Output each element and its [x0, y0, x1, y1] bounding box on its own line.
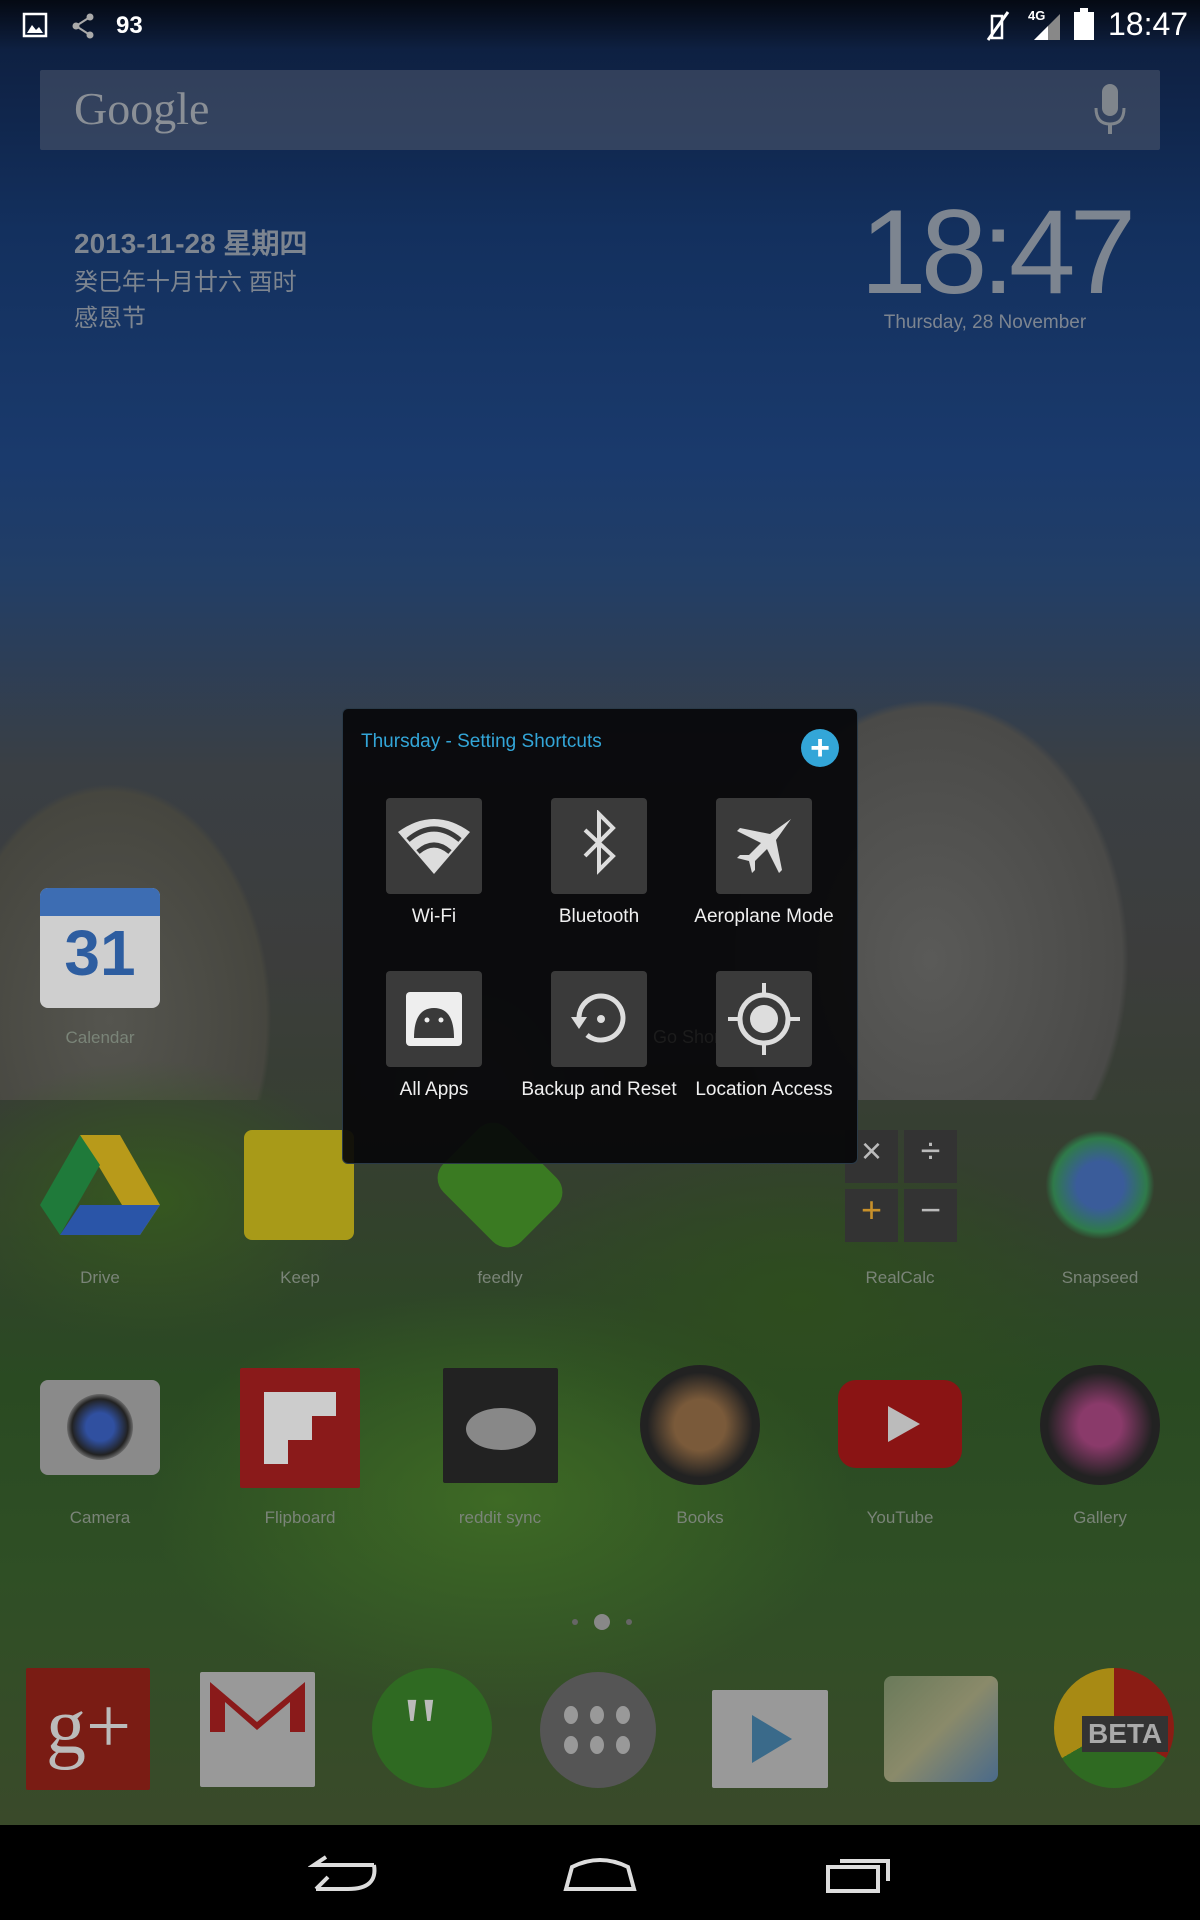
app-label: RealCalc [865, 1268, 935, 1287]
location-access-label: Location Access [695, 1079, 833, 1100]
navigation-bar [0, 1825, 1200, 1920]
setting-shortcuts-popup: Go Short Thursday - Setting Shortcuts + … [342, 708, 858, 1164]
app-label: Gallery [1073, 1508, 1127, 1527]
app-label: reddit sync [458, 1508, 542, 1527]
backup-reset-shortcut[interactable] [551, 971, 647, 1067]
dock-gmail[interactable] [200, 1672, 315, 1787]
add-shortcut-button[interactable]: + [801, 729, 839, 767]
holiday: 感恩节 [74, 305, 146, 332]
app-label: feedly [477, 1268, 523, 1287]
mic-icon[interactable] [1092, 84, 1128, 136]
vibrate-mute-icon [986, 11, 1010, 41]
bluetooth-icon [583, 810, 616, 875]
wifi-icon [398, 819, 470, 874]
date-text: 2013-11-28 星期四 [74, 228, 308, 259]
clock-date: Thursday, 28 November [883, 312, 1087, 333]
location-icon [728, 983, 800, 1055]
airplane-icon [737, 819, 791, 873]
aeroplane-shortcut[interactable] [716, 798, 812, 894]
app-books[interactable] [640, 1365, 760, 1485]
app-realcalc[interactable]: × ÷ + − [845, 1130, 957, 1242]
dock-hangouts[interactable]: " [372, 1668, 492, 1788]
lunar-date: 癸巳年十月廿六 酉时 [74, 269, 297, 296]
notification-count: 93 [116, 12, 143, 39]
aeroplane-label: Aeroplane Mode [694, 906, 834, 927]
calendar-day: 31 [64, 917, 136, 989]
app-calendar[interactable]: 31 [40, 888, 160, 1008]
app-label: Calendar [65, 1028, 135, 1047]
backup-reset-label: Backup and Reset [521, 1079, 677, 1100]
all-apps-label: All Apps [399, 1079, 469, 1100]
behind-text: Go Short [653, 1027, 726, 1047]
app-keep[interactable] [244, 1130, 354, 1240]
app-camera[interactable] [40, 1380, 160, 1475]
beta-badge: BETA [1082, 1716, 1169, 1752]
dock-maps[interactable] [884, 1676, 998, 1782]
google-logo: Google [74, 83, 210, 134]
location-access-shortcut[interactable] [716, 971, 812, 1067]
gallery-notification-icon [22, 12, 48, 38]
home-button[interactable] [562, 1853, 638, 1893]
bluetooth-shortcut[interactable] [551, 798, 647, 894]
wifi-label: Wi-Fi [411, 906, 457, 927]
page-indicator [562, 1614, 642, 1630]
dock-app-drawer[interactable] [540, 1672, 656, 1788]
app-snapseed[interactable] [1045, 1130, 1155, 1240]
popup-title: Thursday - Setting Shortcuts [361, 731, 602, 752]
app-label: Snapseed [1061, 1268, 1139, 1287]
app-label: YouTube [866, 1508, 934, 1527]
android-icon [406, 992, 462, 1046]
app-reddit-sync[interactable] [443, 1368, 558, 1483]
recent-apps-button[interactable] [824, 1851, 894, 1895]
dock-chrome-beta[interactable]: BETA [1054, 1668, 1174, 1788]
app-label: Camera [69, 1508, 131, 1527]
back-button[interactable] [308, 1853, 380, 1893]
app-label: Books [676, 1508, 724, 1527]
dock-google-plus[interactable]: g+ [26, 1668, 150, 1790]
status-time: 18:47 [1108, 6, 1189, 42]
signal-icon [1034, 14, 1060, 40]
app-youtube[interactable] [838, 1380, 962, 1468]
app-drive[interactable] [40, 1130, 160, 1240]
backup-reset-icon [571, 993, 626, 1043]
app-label: Drive [80, 1268, 120, 1287]
battery-icon [1074, 8, 1094, 40]
status-bar: 93 4G 18:47 [0, 0, 1200, 50]
dock-play-store[interactable] [712, 1690, 828, 1788]
bluetooth-label: Bluetooth [558, 906, 640, 927]
all-apps-shortcut[interactable] [386, 971, 482, 1067]
wifi-shortcut[interactable] [386, 798, 482, 894]
app-label: Keep [280, 1268, 320, 1287]
app-gallery[interactable] [1040, 1365, 1160, 1485]
app-flipboard[interactable] [240, 1368, 360, 1488]
share-notification-icon [72, 13, 94, 39]
app-label: Flipboard [264, 1508, 336, 1527]
clock-time[interactable]: 18:47 [860, 192, 1136, 312]
